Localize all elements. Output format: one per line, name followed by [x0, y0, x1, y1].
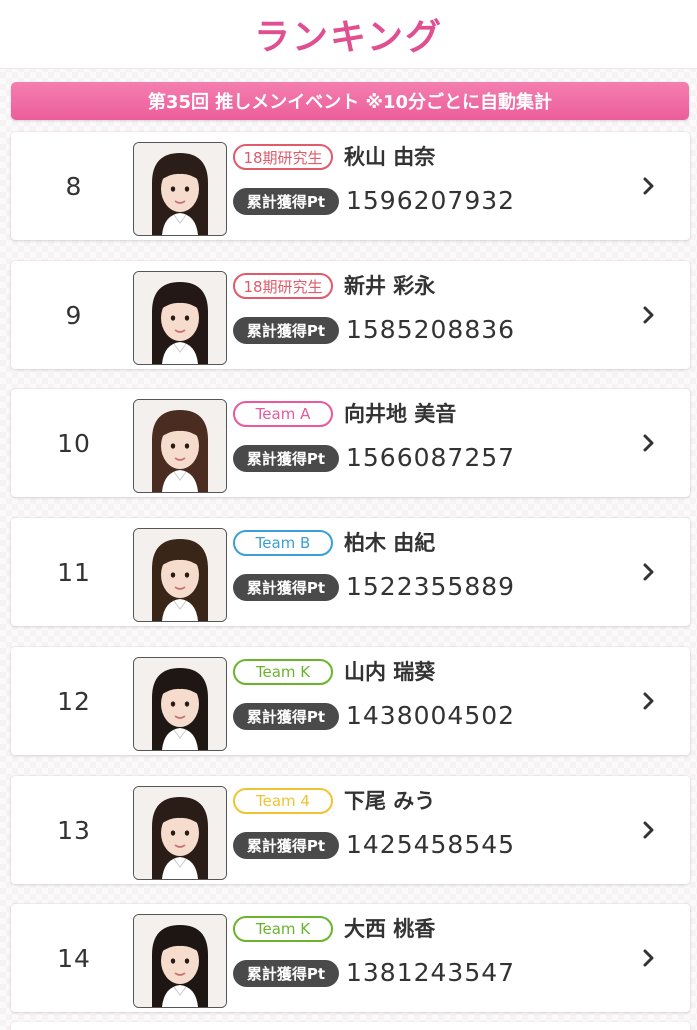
member-photo	[133, 271, 227, 365]
total-points-label: 累計獲得Pt	[233, 188, 339, 215]
ranking-card[interactable]: 8 18期研究生 秋山 由奈 累計獲得Pt 1596207932	[11, 132, 690, 240]
rank-number: 8	[65, 171, 83, 201]
team-badge: 18期研究生	[233, 273, 333, 299]
team-badge: Team K	[233, 659, 333, 685]
chevron-right-icon[interactable]	[637, 814, 661, 846]
total-points: 1522355889	[346, 572, 516, 601]
total-points-label: 累計獲得Pt	[233, 832, 339, 859]
team-badge: Team 4	[233, 788, 333, 814]
rank-number: 12	[57, 686, 91, 716]
rank-number: 11	[57, 557, 91, 587]
member-photo-icon	[134, 400, 226, 492]
member-photo-icon	[134, 787, 226, 879]
ranking-card[interactable]: 11 Team B 柏木 由紀 累計獲得Pt 1522355889	[11, 518, 690, 626]
chevron-right-icon[interactable]	[637, 427, 661, 459]
member-photo-icon	[134, 915, 226, 1007]
total-points: 1596207932	[346, 186, 516, 215]
member-photo	[133, 528, 227, 622]
event-banner: 第35回 推しメンイベント ※10分ごとに自動集計	[11, 82, 689, 120]
total-points: 1585208836	[346, 315, 516, 344]
member-photo	[133, 657, 227, 751]
rank-number: 14	[57, 943, 91, 973]
total-points: 1425458545	[346, 830, 516, 859]
team-badge: Team B	[233, 530, 333, 556]
ranking-card[interactable]: 13 Team 4 下尾 みう 累計獲得Pt 1425458545	[11, 776, 690, 884]
ranking-card[interactable]: 14 Team K 大西 桃香 累計獲得Pt 1381243547	[11, 904, 690, 1012]
member-name: 柏木 由紀	[344, 531, 436, 555]
member-name: 大西 桃香	[344, 917, 436, 941]
ranking-card[interactable]: 10 Team A 向井地 美音 累計獲得Pt 1566087257	[11, 389, 690, 497]
total-points-label: 累計獲得Pt	[233, 960, 339, 987]
chevron-right-icon[interactable]	[637, 685, 661, 717]
member-photo-icon	[134, 658, 226, 750]
member-photo	[133, 142, 227, 236]
team-badge: Team A	[233, 401, 333, 427]
page-header: ランキング	[0, 0, 697, 69]
total-points: 1438004502	[346, 701, 516, 730]
total-points-label: 累計獲得Pt	[233, 445, 339, 472]
page-title: ランキング	[254, 17, 443, 58]
member-photo	[133, 399, 227, 493]
member-photo-icon	[134, 272, 226, 364]
next-card-edge	[11, 1022, 690, 1030]
rank-number: 13	[57, 815, 91, 845]
team-badge: Team K	[233, 916, 333, 942]
member-photo	[133, 914, 227, 1008]
rank-number: 9	[65, 300, 83, 330]
member-name: 秋山 由奈	[344, 145, 436, 169]
member-name: 山内 瑞葵	[344, 660, 436, 684]
total-points-label: 累計獲得Pt	[233, 317, 339, 344]
total-points-label: 累計獲得Pt	[233, 703, 339, 730]
ranking-card[interactable]: 12 Team K 山内 瑞葵 累計獲得Pt 1438004502	[11, 647, 690, 755]
total-points: 1381243547	[346, 958, 516, 987]
chevron-right-icon[interactable]	[637, 299, 661, 331]
rank-number: 10	[57, 428, 91, 458]
member-photo-icon	[134, 529, 226, 621]
total-points-label: 累計獲得Pt	[233, 574, 339, 601]
member-name: 向井地 美音	[344, 402, 457, 426]
member-name: 新井 彩永	[344, 274, 436, 298]
member-name: 下尾 みう	[344, 789, 436, 813]
member-photo	[133, 786, 227, 880]
team-badge: 18期研究生	[233, 144, 333, 170]
chevron-right-icon[interactable]	[637, 942, 661, 974]
total-points: 1566087257	[346, 443, 516, 472]
ranking-card[interactable]: 9 18期研究生 新井 彩永 累計獲得Pt 1585208836	[11, 261, 690, 369]
member-photo-icon	[134, 143, 226, 235]
chevron-right-icon[interactable]	[637, 556, 661, 588]
chevron-right-icon[interactable]	[637, 170, 661, 202]
